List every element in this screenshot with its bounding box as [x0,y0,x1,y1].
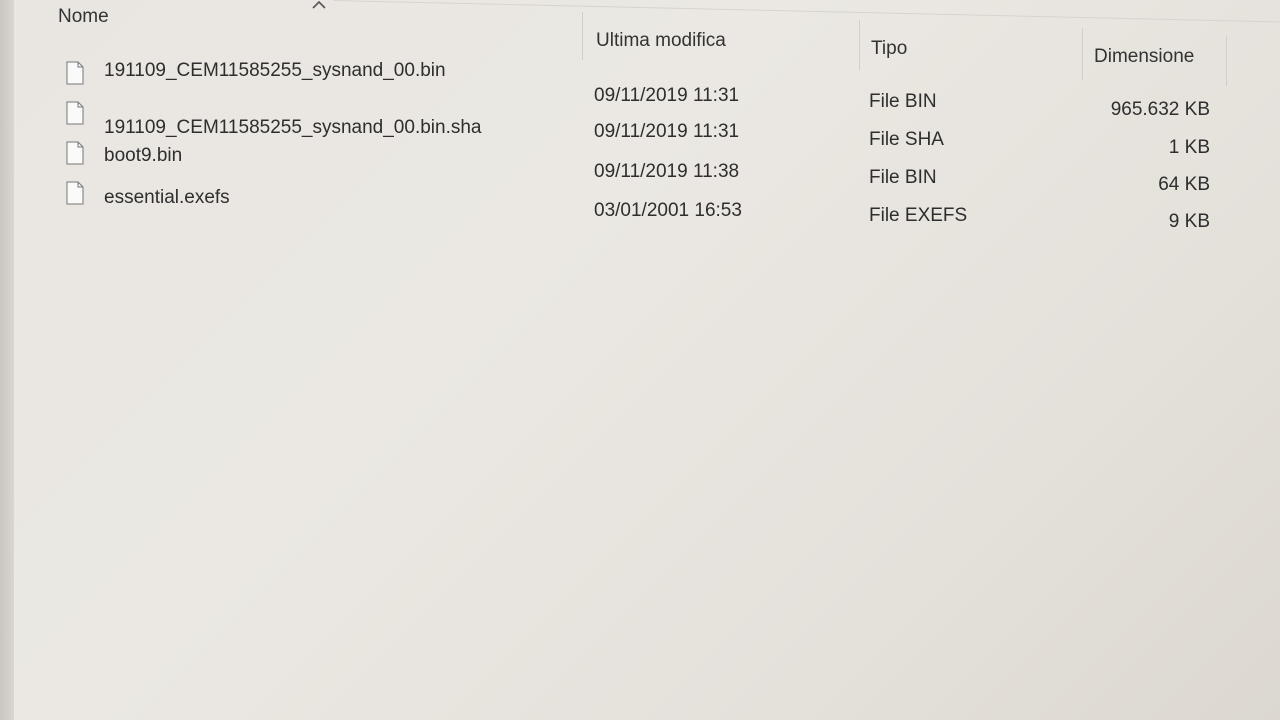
file-icon [66,181,84,205]
file-modified: 03/01/2001 16:53 [594,200,742,221]
file-row[interactable]: boot9.bin 09/11/2019 11:38 File BIN 64 K… [58,140,1258,195]
window-left-edge [0,0,14,720]
file-icon [66,101,84,125]
file-name: essential.exefs [104,187,230,208]
file-icon [66,61,84,85]
file-row[interactable]: essential.exefs 03/01/2001 16:53 File EX… [58,180,1258,232]
file-name: boot9.bin [104,145,183,166]
file-rows: 191109_CEM11585255_sysnand_00.bin 09/11/… [14,0,1280,720]
file-name: 191109_CEM11585255_sysnand_00.bin [104,60,446,81]
file-row[interactable]: 191109_CEM11585255_sysnand_00.bin 09/11/… [58,60,1258,120]
file-name: 191109_CEM11585255_sysnand_00.bin.sha [104,117,482,138]
file-icon [66,141,84,165]
file-list-view: Nome Ultima modifica Tipo Dimensione 191… [14,0,1280,720]
file-row[interactable]: 191109_CEM11585255_sysnand_00.bin.sha 09… [58,100,1258,158]
file-type: File EXEFS [869,205,968,226]
file-size: 9 KB [1168,211,1210,232]
